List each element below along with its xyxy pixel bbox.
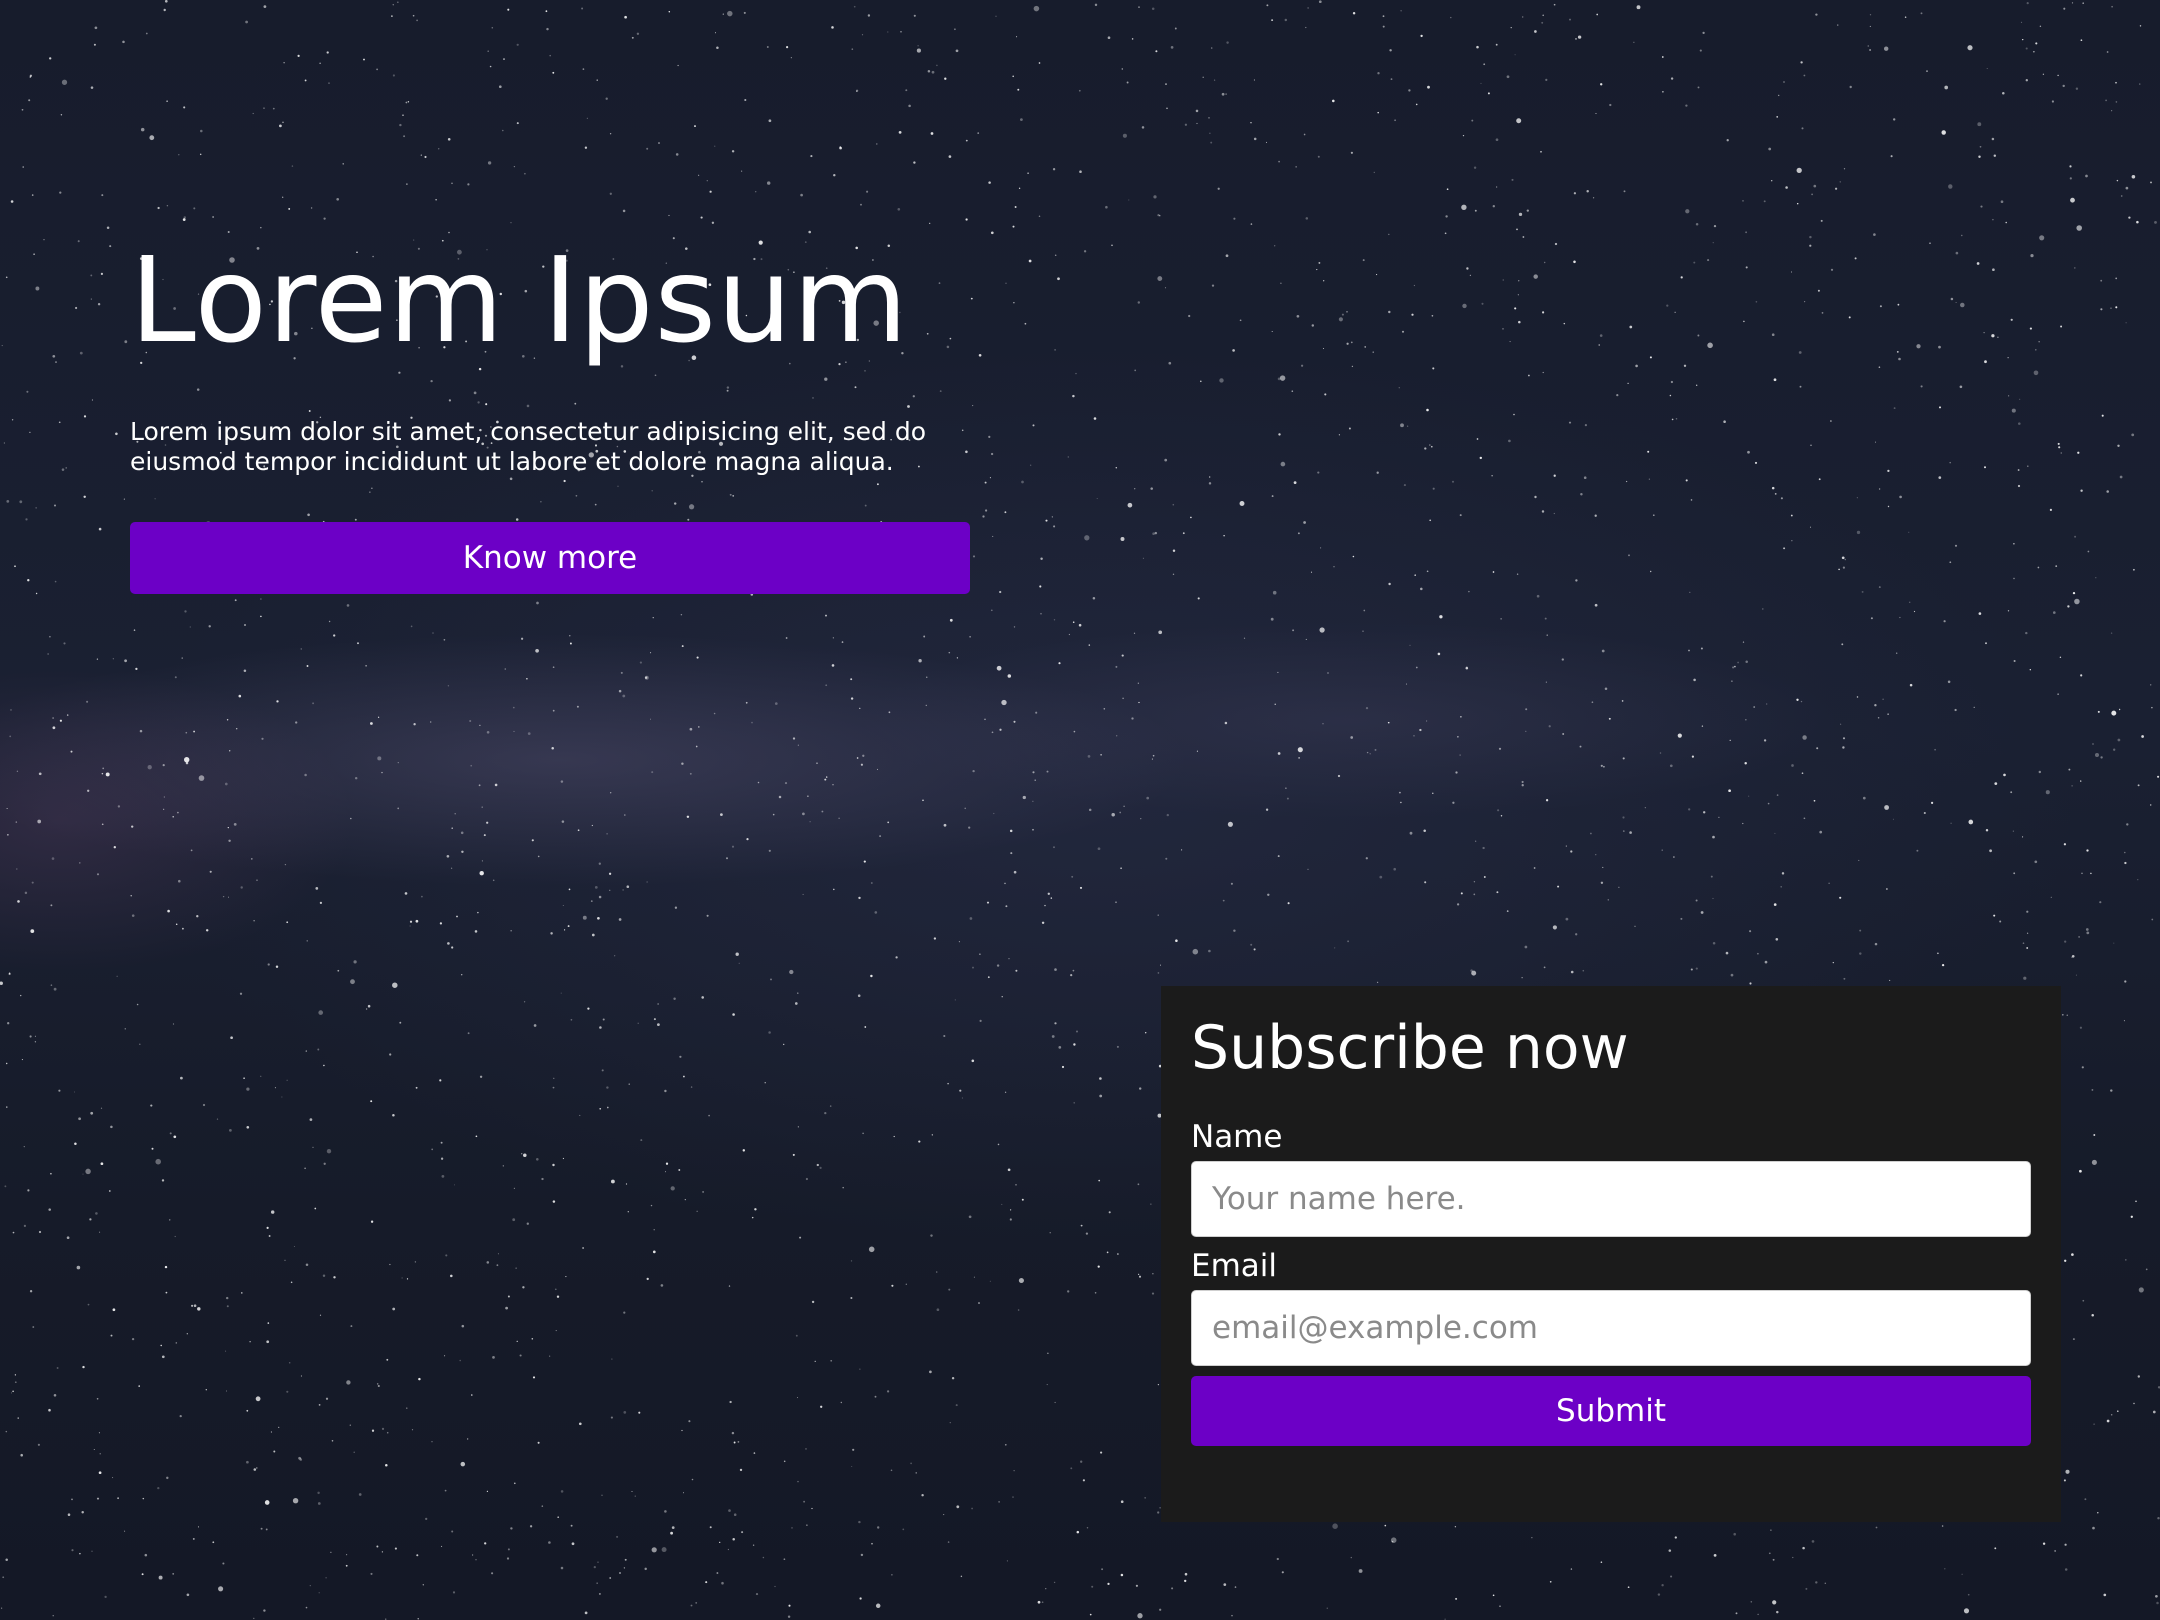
subscribe-form: Subscribe now Name Email Submit (1161, 986, 2061, 1522)
email-label: Email (1191, 1248, 1278, 1284)
subscribe-title: Subscribe now (1191, 1013, 1629, 1083)
submit-button[interactable]: Submit (1191, 1376, 2031, 1446)
name-input[interactable] (1191, 1161, 2031, 1237)
landing-page: Lorem Ipsum Lorem ipsum dolor sit amet, … (0, 0, 2160, 1620)
hero-description: Lorem ipsum dolor sit amet, consectetur … (130, 417, 926, 476)
hero-title: Lorem Ipsum (130, 231, 909, 369)
know-more-button[interactable]: Know more (130, 522, 970, 594)
email-input[interactable] (1191, 1290, 2031, 1366)
hero-section: Lorem Ipsum Lorem ipsum dolor sit amet, … (130, 225, 970, 594)
name-label: Name (1191, 1119, 1283, 1155)
